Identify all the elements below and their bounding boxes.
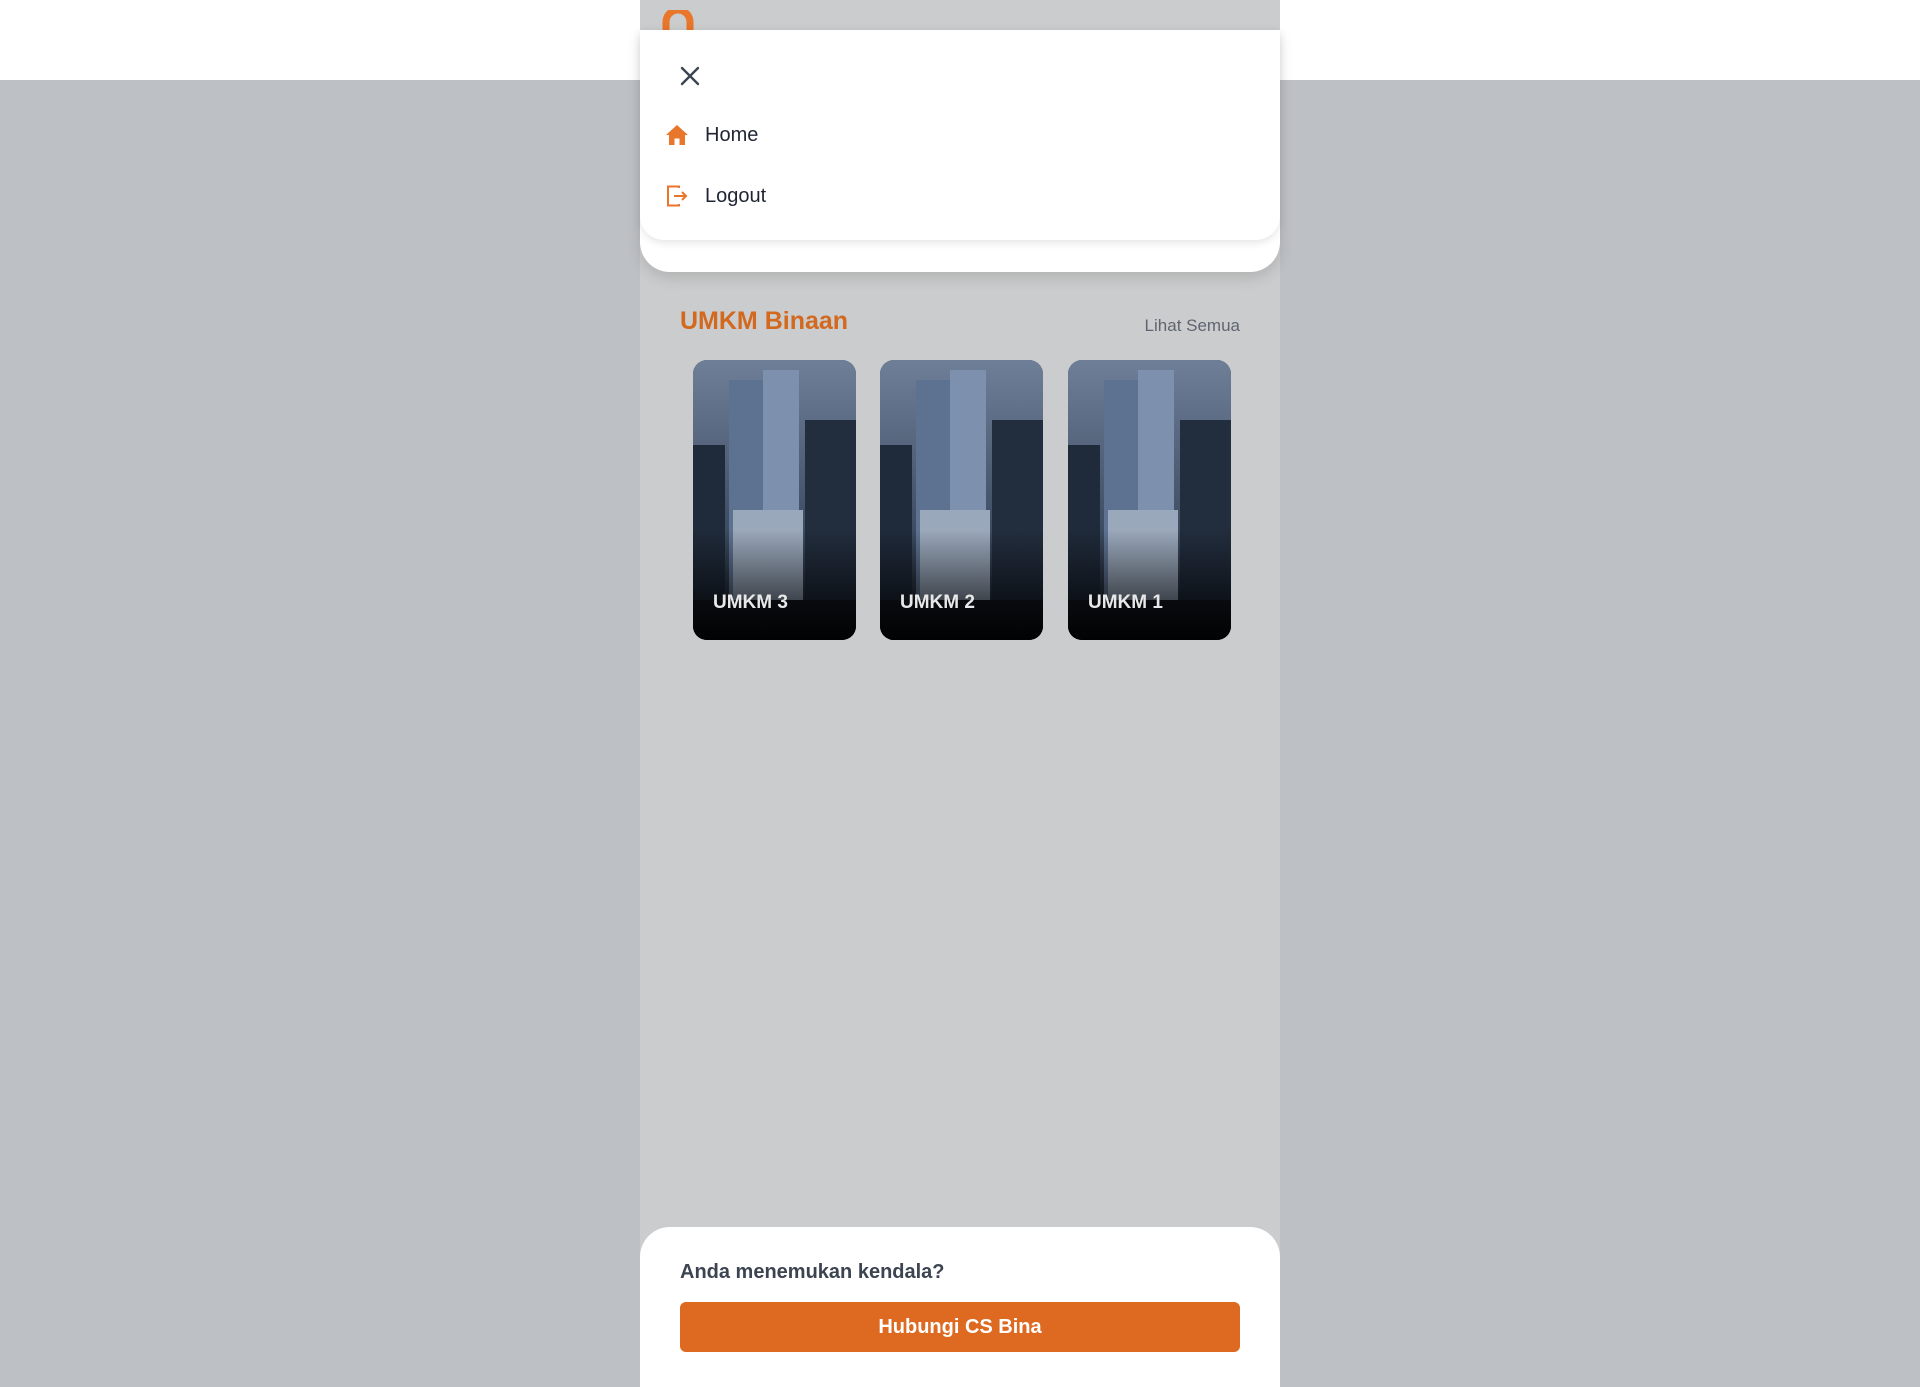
menu-item-label: Logout [705,184,767,207]
contact-cs-button[interactable]: Hubungi CS Bina [680,1302,1240,1352]
umkm-card[interactable]: UMKM 2 [880,360,1043,640]
menu-item-home[interactable]: Home [664,115,1224,155]
section-title: UMKM Binaan [680,307,849,335]
see-all-link[interactable]: Lihat Semua [1145,316,1240,336]
close-icon [680,66,700,86]
umkm-card[interactable]: UMKM 3 [693,360,856,640]
umkm-card-name: UMKM 2 [900,592,975,613]
home-icon [664,122,690,148]
logout-icon [664,183,690,209]
umkm-card[interactable]: UMKM 1 [1068,360,1231,640]
umkm-card-name: UMKM 1 [1088,592,1163,613]
card-shade [693,530,856,640]
help-question: Anda menemukan kendala? [680,1261,945,1283]
menu-item-logout[interactable]: Logout [664,176,1224,216]
menu-item-label: Home [705,123,759,146]
close-menu-button[interactable] [674,60,706,92]
card-shade [880,530,1043,640]
card-shade [1068,530,1231,640]
umkm-card-name: UMKM 3 [713,592,788,613]
